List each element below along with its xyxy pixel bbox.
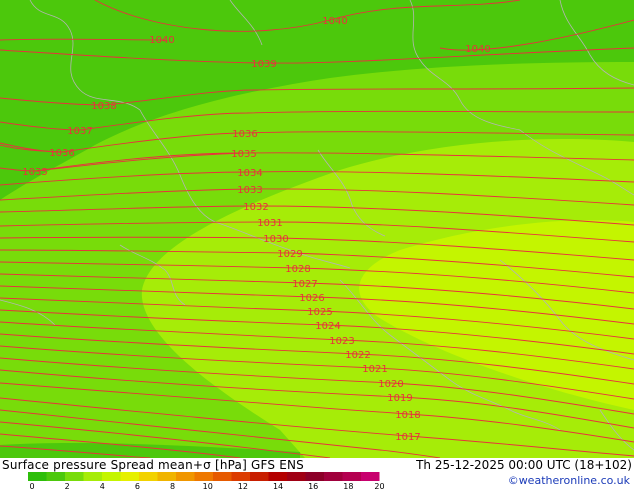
colorbar-swatch <box>139 472 158 481</box>
colorbar-tick-label: 6 <box>135 482 140 490</box>
colorbar: 0 2 4 6 8 10 12 14 16 18 20 <box>28 472 385 490</box>
isobar-label-1022: 1022 <box>345 350 370 361</box>
isobar-label-1035: 1035 <box>22 167 47 178</box>
colorbar-swatch <box>65 472 84 481</box>
isobar-label-1038: 1038 <box>91 101 116 112</box>
isobar-label-1036: 1036 <box>232 129 257 140</box>
isobar-label-1024: 1024 <box>315 321 340 332</box>
colorbar-swatch <box>83 472 102 481</box>
isobar-label-1040: 1040 <box>149 35 174 46</box>
isobar-label-1021: 1021 <box>362 364 387 375</box>
colorbar-swatch <box>305 472 324 481</box>
colorbar-ticks: 0 2 4 6 8 10 12 14 16 18 20 <box>29 482 384 490</box>
isobar-label-1026: 1026 <box>299 293 324 304</box>
footer: Surface pressure Spread mean+σ [hPa] GFS… <box>0 458 634 490</box>
isobar-label-1030: 1030 <box>263 234 288 245</box>
colorbar-tick-label: 16 <box>308 482 318 490</box>
colorbar-swatch <box>102 472 121 481</box>
credit-text: ©weatheronline.co.uk <box>507 474 630 487</box>
colorbar-tick-label: 14 <box>273 482 283 490</box>
isobar-label-1035: 1035 <box>231 149 256 160</box>
colorbar-boxes <box>28 472 380 481</box>
colorbar-swatch <box>287 472 306 481</box>
isobar-label-1029: 1029 <box>277 249 302 260</box>
map-canvas: 1040104010401039103810371036103610351035… <box>0 0 634 458</box>
isobar-label-1037: 1037 <box>67 126 92 137</box>
isobar-label-1039: 1039 <box>251 59 276 70</box>
colorbar-swatch <box>194 472 213 481</box>
colorbar-tick-label: 4 <box>100 482 105 490</box>
colorbar-swatch <box>250 472 269 481</box>
isobar-label-1040: 1040 <box>322 16 347 27</box>
isobar-label-1019: 1019 <box>387 393 412 404</box>
colorbar-swatch <box>231 472 250 481</box>
colorbar-tick-label: 10 <box>203 482 213 490</box>
isobar-label-1020: 1020 <box>378 379 403 390</box>
colorbar-swatch <box>361 472 380 481</box>
colorbar-tick-label: 18 <box>343 482 353 490</box>
colorbar-tick-label: 2 <box>65 482 70 490</box>
colorbar-swatch <box>176 472 195 481</box>
colorbar-swatch <box>342 472 361 481</box>
isobar-label-1027: 1027 <box>292 279 317 290</box>
isobar-label-1033: 1033 <box>237 185 262 196</box>
colorbar-tick-label: 20 <box>374 482 384 490</box>
colorbar-tick-label: 8 <box>170 482 175 490</box>
map-date: Th 25-12-2025 00:00 UTC (18+102) <box>416 458 632 472</box>
isobar-label-1036: 1036 <box>49 148 74 159</box>
isobar-label-1032: 1032 <box>243 202 268 213</box>
isobar-label-1018: 1018 <box>395 410 420 421</box>
isobar-label-1031: 1031 <box>257 218 282 229</box>
colorbar-swatch <box>28 472 47 481</box>
colorbar-swatch <box>120 472 139 481</box>
pressure-map: 1040 1040 1040 1039 1038 1037 1036 1036 1035 1035… <box>0 0 634 458</box>
colorbar-swatch <box>268 472 287 481</box>
isobar-label-1025: 1025 <box>307 307 332 318</box>
colorbar-swatch <box>157 472 176 481</box>
colorbar-swatch <box>324 472 343 481</box>
colorbar-tick-label: 0 <box>29 482 34 490</box>
colorbar-swatch <box>213 472 232 481</box>
isobar-label-1028: 1028 <box>285 264 310 275</box>
isobar-label-1034: 1034 <box>237 168 262 179</box>
map-title: Surface pressure Spread mean+σ [hPa] GFS… <box>2 458 304 472</box>
colorbar-swatch <box>46 472 65 481</box>
isobar-label-1040: 1040 <box>465 44 490 55</box>
isobar-label-1023: 1023 <box>329 336 354 347</box>
isobar-label-1017: 1017 <box>395 432 420 443</box>
colorbar-tick-label: 12 <box>238 482 248 490</box>
